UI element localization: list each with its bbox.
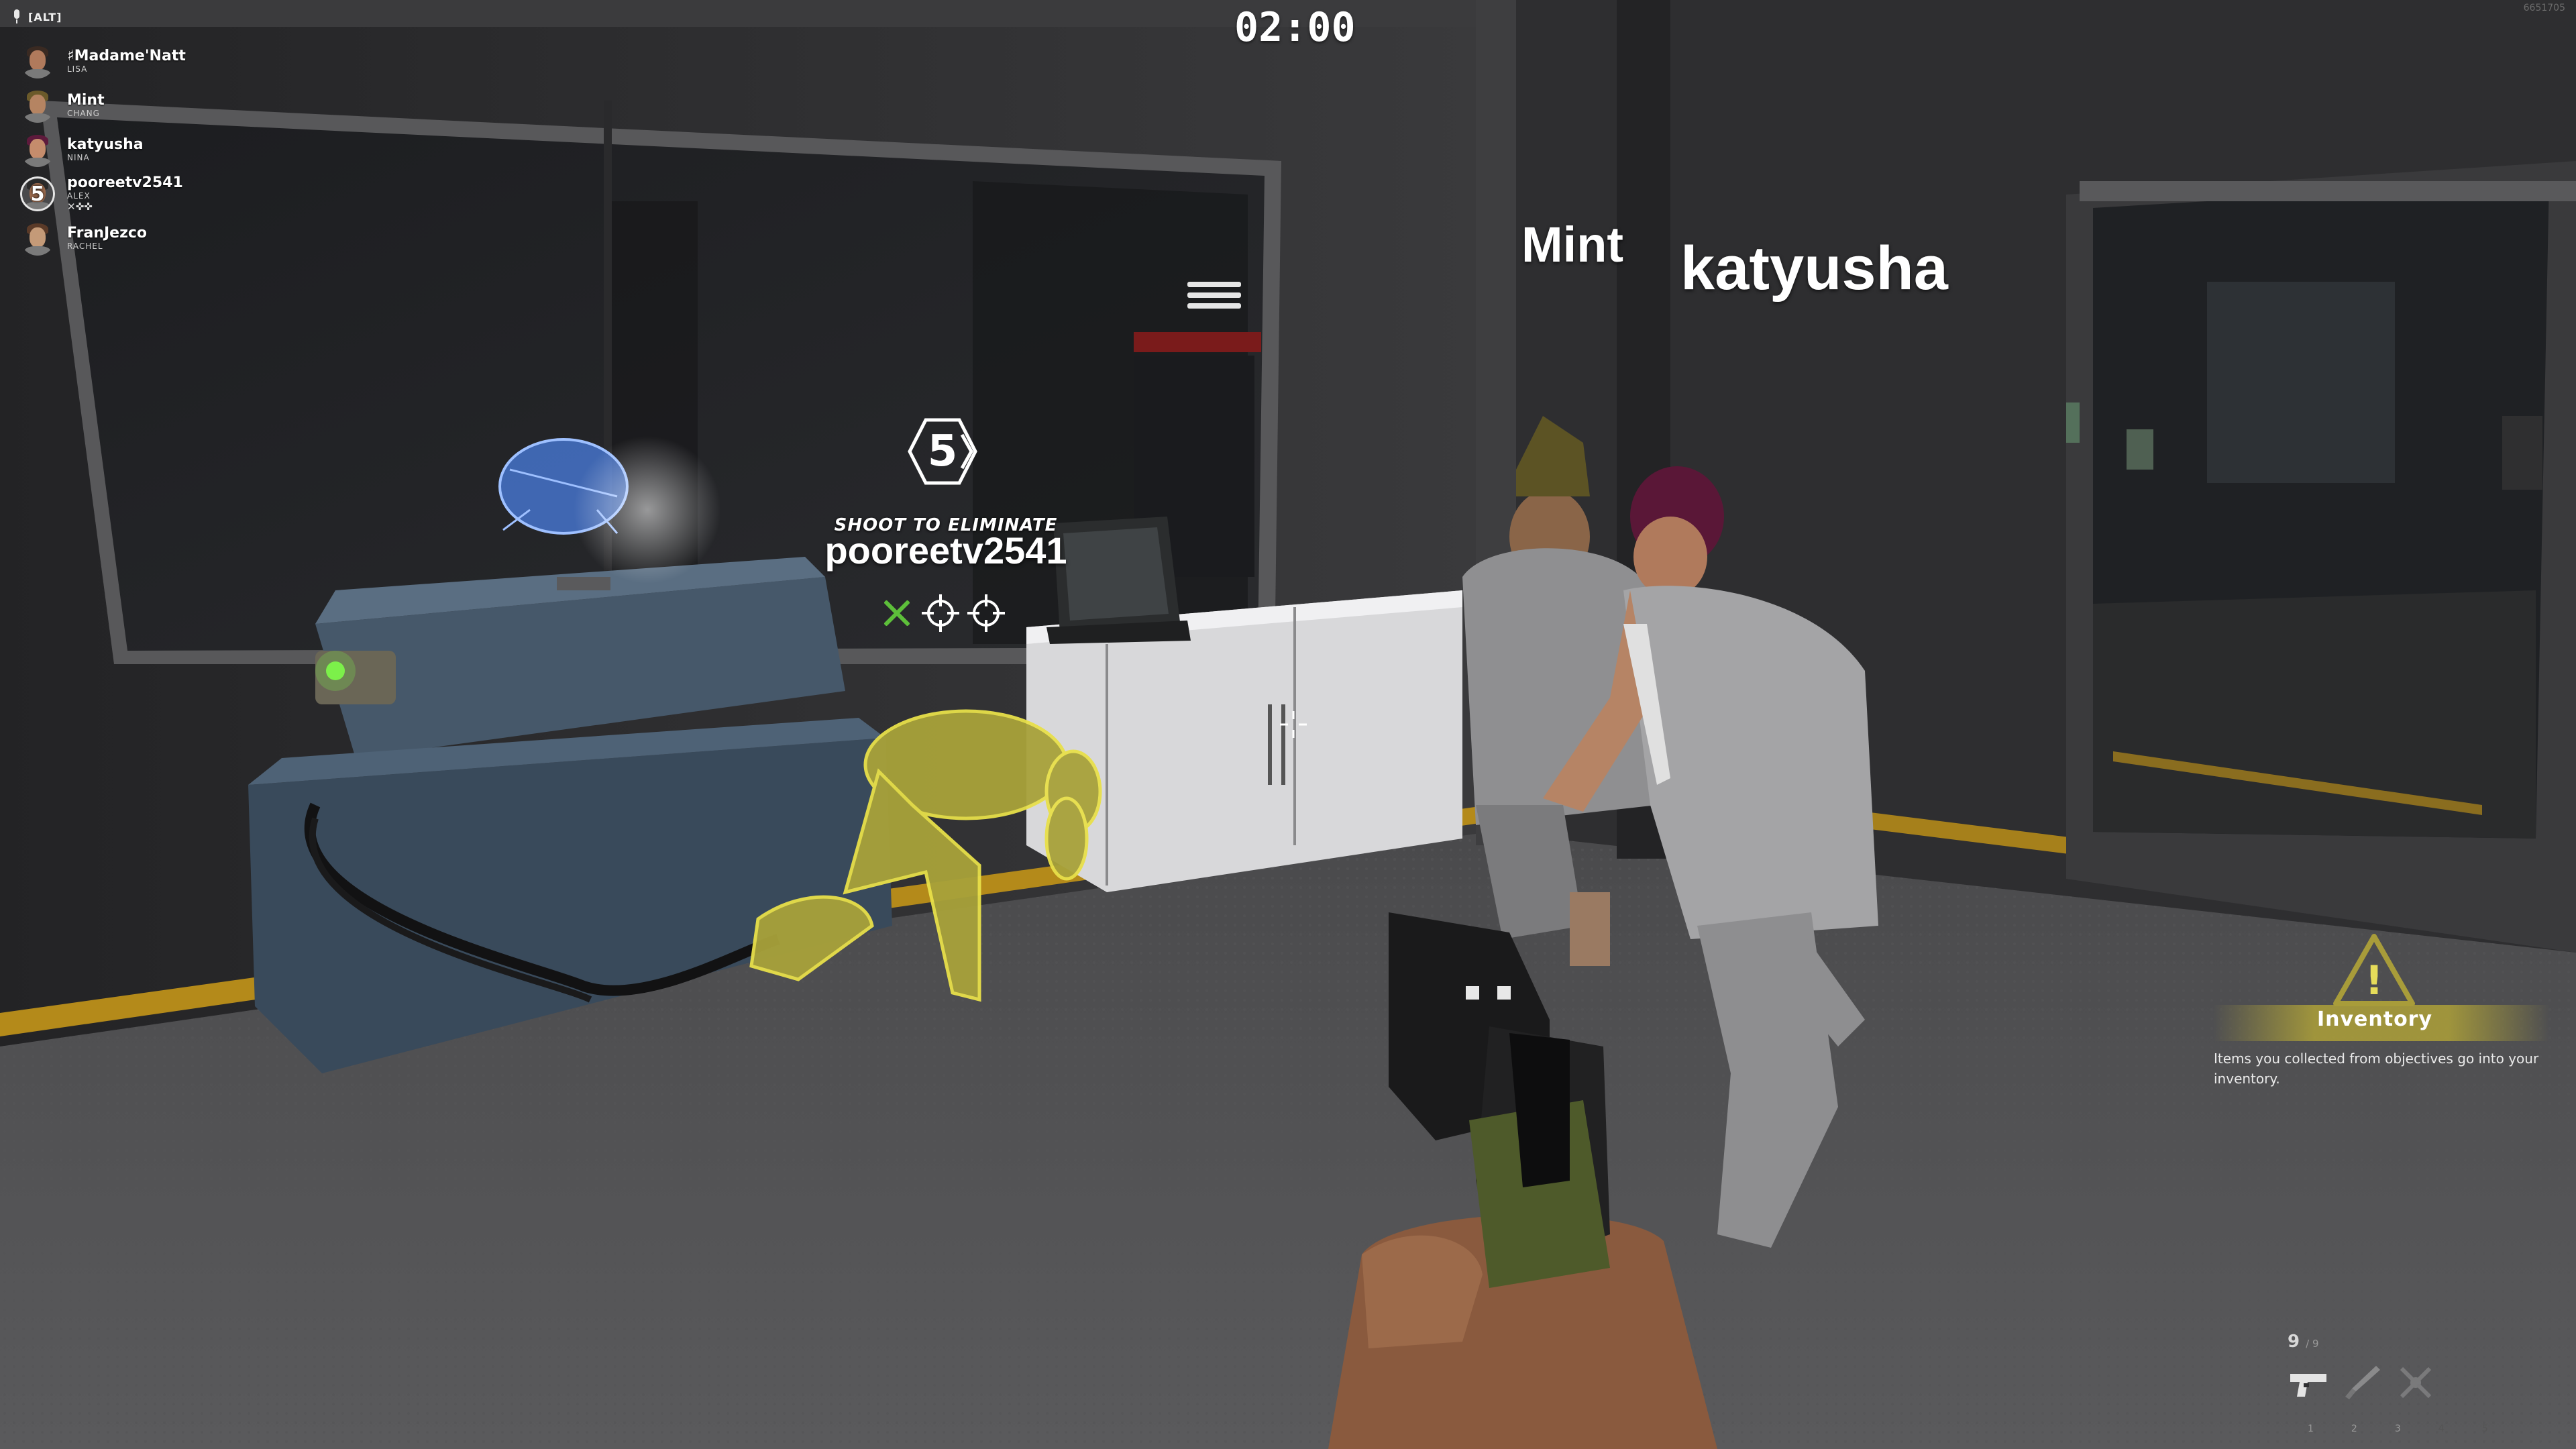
- player-name: katyusha: [67, 136, 144, 153]
- crosshair-icon: [922, 594, 959, 632]
- roster-player: 5 pooreetv2541 ALEX ✕✜✜: [20, 172, 248, 216]
- slot-number: 1: [2308, 1424, 2314, 1434]
- inventory-hint-description: Items you collected from objectives go i…: [2214, 1051, 2539, 1087]
- pistol-icon[interactable]: [2288, 1362, 2329, 1403]
- round-timer: 02:00: [1234, 4, 1356, 51]
- ammo-reserve: / 9: [2306, 1338, 2319, 1350]
- roster-player: Mint CHANG: [20, 83, 248, 127]
- nametag-katyusha: katyusha: [1680, 234, 1948, 303]
- voice-hotkey-label: [ALT]: [28, 10, 62, 23]
- player-name: ♯Madame'Natt: [67, 48, 186, 64]
- player-name: pooreetv2541: [67, 174, 183, 191]
- ammo-counter: 9 / 9: [2288, 1332, 2319, 1352]
- slot-number: 2: [2351, 1424, 2357, 1434]
- player-character: LISA: [67, 64, 88, 74]
- player-avatar: 5: [20, 176, 55, 211]
- inventory-hint-title: Inventory: [2316, 1008, 2433, 1031]
- aim-reticle-icon: [1280, 711, 1307, 738]
- player-name: Mint: [67, 92, 105, 109]
- player-character: ALEX: [67, 191, 91, 201]
- player-character: CHANG: [67, 109, 100, 118]
- roster-player: ♯Madame'Natt LISA: [20, 39, 248, 83]
- player-avatar: [20, 132, 55, 167]
- player-status-marks: ✕✜✜: [67, 201, 93, 213]
- crossed-tools-icon[interactable]: [2395, 1362, 2436, 1403]
- slot-number: 5: [2481, 1424, 2488, 1434]
- microphone-icon: [12, 9, 21, 24]
- player-avatar: [20, 44, 55, 78]
- player-avatar: [20, 88, 55, 123]
- player-character: NINA: [67, 153, 90, 162]
- weapon-slot-bar: [2288, 1362, 2436, 1403]
- ammo-count: 9: [2288, 1332, 2300, 1352]
- elimination-count: 5: [927, 427, 958, 476]
- elimination-status-icons: [879, 593, 1006, 633]
- warning-triangle-icon: !: [2333, 934, 2415, 1006]
- eliminated-x-icon: [879, 595, 915, 631]
- player-character: RACHEL: [67, 241, 103, 251]
- roster-player: FranJezco RACHEL: [20, 216, 248, 260]
- player-roster: ♯Madame'Natt LISA Mint CHANG katyusha NI…: [20, 39, 248, 260]
- slot-number: 3: [2394, 1424, 2401, 1434]
- elimination-target-name: pooreetv2541: [824, 529, 1067, 572]
- player-avatar: [20, 221, 55, 256]
- elimination-count-badge: 5: [30, 182, 45, 206]
- crosshair-icon: [967, 594, 1005, 632]
- roster-player: katyusha NINA: [20, 127, 248, 172]
- knife-icon[interactable]: [2341, 1362, 2383, 1403]
- build-id: 6651705: [2523, 3, 2565, 13]
- slot-number: 4: [2438, 1424, 2445, 1434]
- warning-glyph: !: [2365, 957, 2383, 1004]
- voice-hotkey-indicator: [ALT]: [12, 9, 62, 24]
- player-name: FranJezco: [67, 225, 148, 241]
- nametag-mint: Mint: [1521, 217, 1624, 272]
- weapon-slot-numbers: 1 2 3 4 5: [2308, 1424, 2488, 1434]
